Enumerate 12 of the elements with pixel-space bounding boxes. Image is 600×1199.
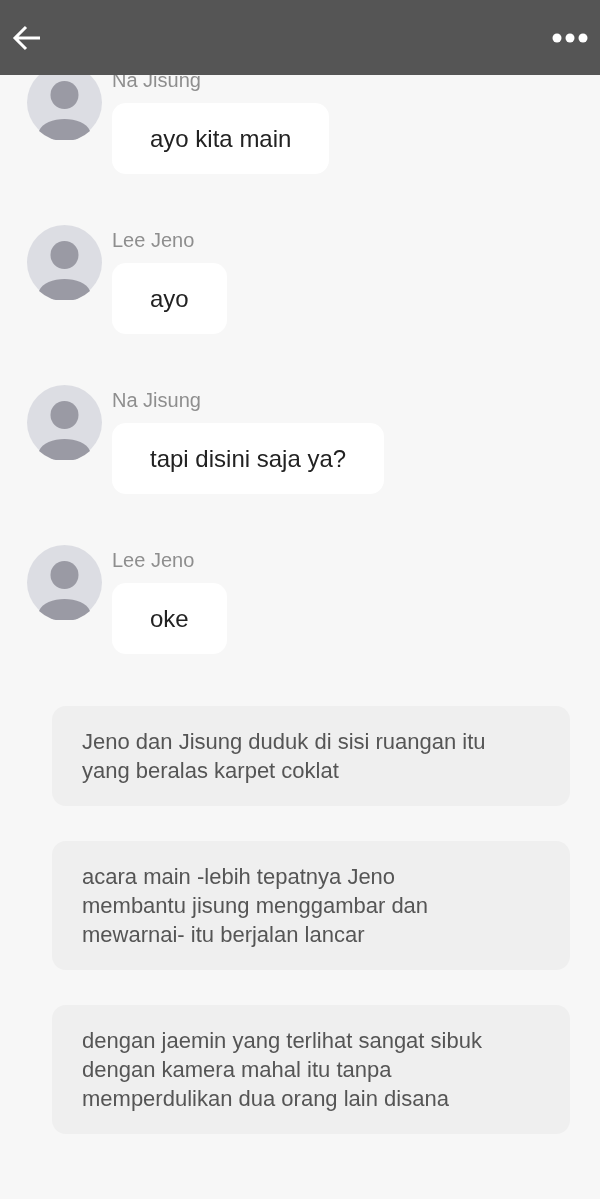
more-icon[interactable]: [552, 32, 588, 43]
sender-name: Lee Jeno: [112, 228, 195, 252]
message-bubble: tapi disini saja ya?: [112, 423, 385, 494]
message-bubble: ayo: [112, 263, 227, 334]
narration-card: dengan jaemin yang terlihat sangat sibuk dengan kamera mahal itu tanpa memperdulikan dua orang lain disana: [52, 1005, 570, 1134]
message-bubble: oke: [112, 583, 227, 654]
sender-name: Lee Jeno: [112, 548, 195, 572]
narration-card: Jeno dan Jisung duduk di sisi ruangan itu yang beralas karpet coklat: [52, 706, 570, 806]
back-arrow-icon[interactable]: [12, 24, 42, 51]
narration-card: acara main -lebih tepatnya Jeno membantu jisung menggambar dan mewarnai- itu berjalan lancar: [52, 841, 570, 970]
message-bubble: ayo kita main: [112, 103, 330, 174]
sender-name: Na Jisung: [112, 388, 201, 412]
